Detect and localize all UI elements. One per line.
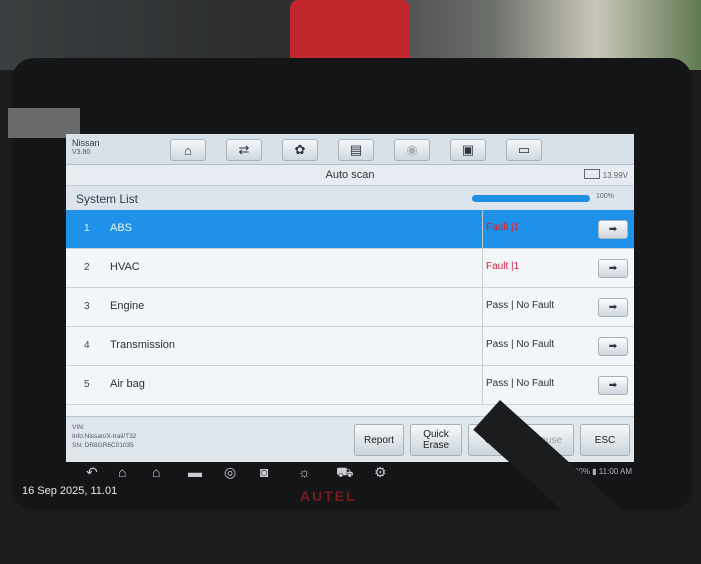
system-number: 2 (84, 262, 90, 273)
system-number: 5 (84, 379, 90, 390)
message-button[interactable]: ▭ (506, 139, 542, 161)
save-button[interactable]: ▣ (450, 139, 486, 161)
system-number: 1 (84, 223, 90, 234)
open-system-button[interactable]: ➡ (598, 220, 628, 239)
system-status: Pass | No Fault (486, 378, 555, 389)
system-name: ABS (110, 222, 133, 234)
open-system-button[interactable]: ➡ (598, 259, 628, 278)
divider (482, 288, 483, 326)
system-name: Engine (110, 300, 145, 312)
battery-icon (583, 169, 600, 179)
autel-logo: AUTEL (300, 488, 357, 504)
gear-icon: ✿ (294, 142, 306, 157)
esc-button[interactable]: ESC (580, 424, 630, 456)
system-list-label: System List (76, 192, 139, 206)
car-icon[interactable]: ⛟ (336, 464, 354, 483)
camera-icon[interactable]: ◙ (260, 464, 268, 480)
brightness-icon[interactable]: ☼ (298, 464, 311, 480)
home-nav-icon[interactable]: ⌂ (118, 464, 126, 480)
serial-number: SN: DR8GR6C01035 (72, 442, 134, 449)
save-icon: ▣ (461, 142, 475, 157)
brand-version: V3.80 (72, 149, 91, 156)
system-row[interactable]: 4 Transmission Pass | No Fault ➡ (66, 327, 634, 366)
system-row[interactable]: 5 Air bag Pass | No Fault ➡ (66, 366, 634, 405)
scan-progress-text: 100% (596, 193, 614, 200)
back-icon[interactable]: ↶ (86, 464, 98, 481)
settings-button[interactable]: ✿ (282, 139, 318, 161)
system-number: 4 (84, 340, 90, 351)
quick-erase-label-1: Quick (423, 429, 449, 440)
scan-progress-bar (472, 195, 590, 202)
quick-erase-label-2: Erase (422, 440, 450, 451)
system-row[interactable]: 3 Engine Pass | No Fault ➡ (66, 288, 634, 327)
divider (482, 366, 483, 404)
arrow-right-icon: ➡ (608, 380, 618, 391)
divider (482, 249, 483, 287)
system-row[interactable]: 2 HVAC Fault |1 ➡ (66, 249, 634, 288)
remote-support-icon[interactable]: ⚙ (374, 464, 387, 481)
print-button[interactable]: ▤ (338, 139, 374, 161)
top-toolbar: Nissan V3.80 ⌂ ⇄ ✿ ▤ ◉ ▣ ▭ (66, 134, 634, 165)
system-name: HVAC (110, 261, 140, 273)
page-title: Auto scan (325, 169, 375, 181)
recent-apps-icon[interactable]: ▬ (188, 464, 202, 480)
system-number: 3 (84, 301, 90, 312)
red-object (290, 0, 410, 64)
system-name: Air bag (110, 378, 145, 390)
vehicle-swap-button[interactable]: ⇄ (226, 139, 262, 161)
battery-voltage: 13.99V (602, 171, 628, 180)
help-button[interactable]: ◉ (394, 139, 430, 161)
autel-home-icon[interactable]: ⌂ (152, 464, 160, 480)
open-system-button[interactable]: ➡ (598, 376, 628, 395)
system-list-header: System List 100% (66, 186, 634, 210)
vehicle-info: VIN: Info:Nissan/X-trail/T32 SN: DR8GR6C… (72, 423, 136, 450)
home-icon: ⌂ (184, 142, 192, 158)
system-status: Fault |1 (486, 222, 520, 233)
brand-name: Nissan (72, 138, 100, 148)
system-status: Pass | No Fault (486, 300, 555, 311)
arrow-right-icon: ➡ (608, 224, 618, 235)
header-bar: Auto scan 13.99V (66, 165, 634, 186)
home-button[interactable]: ⌂ (170, 139, 206, 161)
tablet-screen: Nissan V3.80 ⌂ ⇄ ✿ ▤ ◉ ▣ ▭ Auto scan 13.… (66, 134, 634, 462)
battery-indicator: 13.99V (583, 169, 628, 180)
scan-progress-fill (472, 195, 590, 202)
quick-erase-button[interactable]: Quick Erase (410, 424, 462, 456)
browser-icon[interactable]: ◎ (224, 464, 236, 481)
divider (482, 327, 483, 365)
system-row[interactable]: 1 ABS Fault |1 ➡ (66, 210, 634, 249)
arrow-right-icon: ➡ (608, 302, 618, 313)
open-system-button[interactable]: ➡ (598, 337, 628, 356)
system-status: Pass | No Fault (486, 339, 555, 350)
help-icon: ◉ (406, 142, 418, 157)
arrow-right-icon: ➡ (608, 341, 618, 352)
arrow-right-icon: ➡ (608, 263, 618, 274)
divider (482, 210, 483, 248)
vehicle-model: Info:Nissan/X-trail/T32 (72, 433, 137, 440)
vin-label: VIN: (72, 424, 85, 431)
vehicle-swap-icon: ⇄ (238, 142, 250, 157)
open-system-button[interactable]: ➡ (598, 298, 628, 317)
photo-timestamp: 16 Sep 2025, 11.01 (22, 485, 118, 497)
report-button[interactable]: Report (354, 424, 404, 456)
message-icon: ▭ (517, 142, 531, 157)
system-status: Fault |1 (486, 261, 520, 272)
system-name: Transmission (110, 339, 175, 351)
printer-icon: ▤ (349, 142, 363, 157)
brand-label: Nissan V3.80 (72, 138, 100, 158)
